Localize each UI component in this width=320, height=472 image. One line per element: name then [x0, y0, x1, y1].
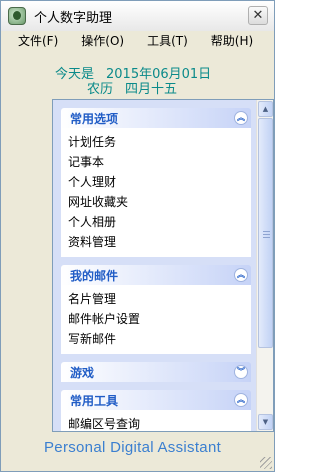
list-item-data-management[interactable]: 资料管理	[61, 232, 251, 252]
list-item-bookmarks[interactable]: 网址收藏夹	[61, 192, 251, 212]
group-header-my-mail[interactable]: 我的邮件 ︽	[61, 265, 251, 285]
close-button[interactable]: ✕	[248, 6, 268, 25]
app-window: 个人数字助理 ✕ 文件(F) 操作(O) 工具(T) 帮助(H) 今天是 2015…	[0, 0, 275, 472]
group-body-common-tools: 邮编区号查询	[61, 410, 251, 431]
group-body-my-mail: 名片管理 邮件帐户设置 写新邮件	[61, 285, 251, 354]
group-title: 我的邮件	[70, 268, 119, 283]
list-item-photo-album[interactable]: 个人相册	[61, 212, 251, 232]
task-list: 常用选项 ︽ 计划任务 记事本 个人理财 网址收藏夹 个人相册 资料管理 我的邮…	[53, 100, 257, 431]
scrollbar-thumb[interactable]	[258, 118, 273, 348]
group-body-common-options: 计划任务 记事本 个人理财 网址收藏夹 个人相册 资料管理	[61, 128, 251, 257]
lunar-date: 农历 四月十五	[87, 78, 177, 97]
group-header-common-options[interactable]: 常用选项 ︽	[61, 108, 251, 128]
grip-line	[263, 237, 270, 238]
group-title: 游戏	[70, 365, 95, 380]
group-header-games[interactable]: 游戏 ︾	[61, 362, 251, 382]
scroll-down-arrow-icon[interactable]: ▼	[258, 414, 273, 430]
chevron-up-double-icon[interactable]: ︽	[234, 111, 248, 125]
task-panel: 常用选项 ︽ 计划任务 记事本 个人理财 网址收藏夹 个人相册 资料管理 我的邮…	[52, 99, 274, 432]
window-title: 个人数字助理	[34, 10, 113, 26]
title-bar[interactable]: 个人数字助理 ✕	[1, 1, 274, 31]
chevron-down-double-icon[interactable]: ︾	[234, 365, 248, 379]
menu-tools[interactable]: 工具(T)	[133, 32, 197, 49]
list-item-compose-mail[interactable]: 写新邮件	[61, 329, 251, 349]
vertical-scrollbar[interactable]: ▲ ▼	[256, 100, 273, 431]
chevron-up-double-icon[interactable]: ︽	[234, 268, 248, 282]
footer-label: Personal Digital Assistant	[44, 439, 222, 456]
lunar-label: 农历	[87, 82, 114, 97]
grip-line	[263, 234, 270, 235]
menu-help[interactable]: 帮助(H)	[197, 32, 262, 49]
grip-line	[263, 231, 270, 232]
list-item-finance[interactable]: 个人理财	[61, 172, 251, 192]
group-title: 常用选项	[70, 111, 119, 126]
lunar-value: 四月十五	[125, 82, 178, 97]
list-item-plan-tasks[interactable]: 计划任务	[61, 132, 251, 152]
group-header-common-tools[interactable]: 常用工具 ︽	[61, 390, 251, 410]
list-item-mail-account-settings[interactable]: 邮件帐户设置	[61, 309, 251, 329]
group-title: 常用工具	[70, 393, 119, 408]
app-icon[interactable]	[8, 7, 26, 25]
list-item-notepad[interactable]: 记事本	[61, 152, 251, 172]
menu-file[interactable]: 文件(F)	[1, 32, 67, 49]
scroll-up-arrow-icon[interactable]: ▲	[258, 101, 273, 117]
menu-operate[interactable]: 操作(O)	[67, 32, 133, 49]
menu-bar: 文件(F) 操作(O) 工具(T) 帮助(H)	[1, 31, 274, 49]
resize-grip-icon[interactable]	[260, 457, 272, 469]
chevron-up-double-icon[interactable]: ︽	[234, 393, 248, 407]
list-item-contacts[interactable]: 名片管理	[61, 289, 251, 309]
list-item-postcode-lookup[interactable]: 邮编区号查询	[61, 414, 251, 431]
